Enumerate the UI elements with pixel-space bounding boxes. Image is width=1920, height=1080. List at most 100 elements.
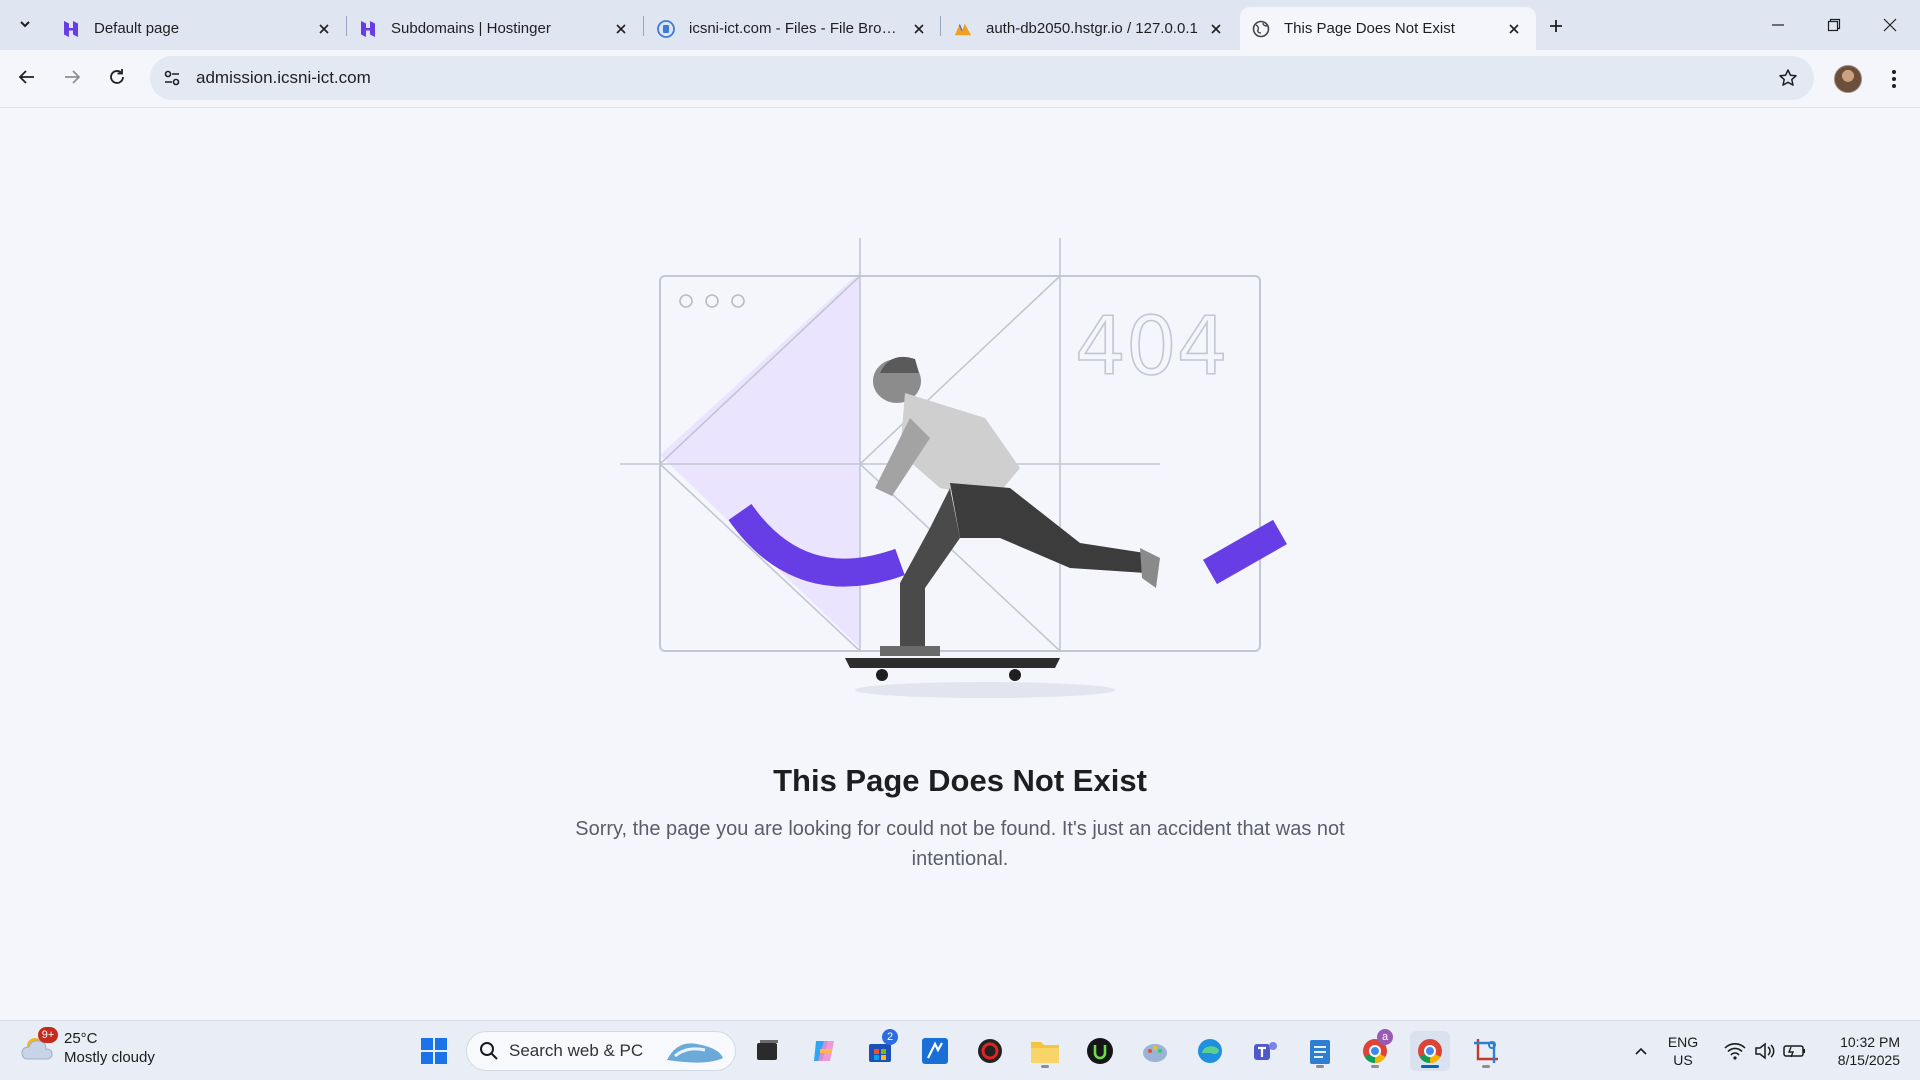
arrow-right-icon <box>65 70 81 84</box>
search-icon <box>480 1042 498 1060</box>
taskbar-search[interactable]: Search web & PC <box>466 1031 736 1071</box>
paint-icon <box>1143 1044 1167 1062</box>
clock-time: 10:32 PM <box>1840 1034 1900 1050</box>
taskbar-app-blue[interactable] <box>915 1031 955 1071</box>
window-dot <box>731 294 745 308</box>
edge-icon <box>1198 1039 1222 1063</box>
chevron-up-icon <box>1635 1047 1647 1055</box>
illustration-diamond-shape <box>660 272 860 648</box>
tab-page-not-exist[interactable]: This Page Does Not Exist <box>1240 7 1536 50</box>
chrome-icon <box>1418 1039 1442 1063</box>
region-code: US <box>1673 1052 1693 1068</box>
close-tab-icon[interactable] <box>611 19 631 39</box>
running-indicator <box>1371 1065 1379 1068</box>
window-dot <box>705 294 719 308</box>
page-content: 404 This Page Does Not Exist Sorry, the … <box>0 108 1920 1020</box>
store-badge: 2 <box>882 1029 898 1045</box>
minimize-button[interactable] <box>1750 0 1806 50</box>
wifi-status[interactable] <box>1720 1031 1750 1071</box>
taskbar-task-view[interactable] <box>748 1031 788 1071</box>
browser-menu-button[interactable] <box>1880 65 1908 93</box>
skater-figure <box>845 356 1160 698</box>
weather-widget[interactable]: 9+ 25°C Mostly cloudy <box>20 1027 155 1067</box>
wifi-icon <box>1724 1043 1746 1060</box>
taskbar-file-explorer[interactable] <box>1025 1031 1065 1071</box>
more-vertical-icon <box>1892 70 1896 88</box>
browser-toolbar: admission.icsni-ict.com <box>0 50 1920 108</box>
vs-code-like-icon <box>922 1038 948 1064</box>
clock-date: 8/15/2025 <box>1837 1052 1900 1068</box>
active-indicator <box>1421 1065 1439 1068</box>
windows-icon <box>421 1038 447 1064</box>
illustration-404-text: 404 <box>1075 300 1228 393</box>
arrow-left-icon <box>18 70 34 84</box>
plus-icon <box>1550 20 1562 32</box>
back-button[interactable] <box>9 59 45 95</box>
taskbar: 9+ 25°C Mostly cloudy Search web & PC 2 <box>0 1020 1920 1080</box>
minimize-icon <box>1772 24 1784 26</box>
tab-separator <box>940 16 941 36</box>
battery-icon <box>1783 1045 1805 1058</box>
404-illustration: 404 <box>620 238 1287 698</box>
upwork-icon <box>1087 1038 1113 1064</box>
taskbar-chrome-profile[interactable]: a <box>1355 1029 1395 1071</box>
language-indicator[interactable]: ENG US <box>1660 1033 1706 1069</box>
window-dot <box>679 294 693 308</box>
tab-phpmyadmin[interactable]: auth-db2050.hstgr.io / 127.0.0.1 <box>942 7 1238 50</box>
close-tab-icon[interactable] <box>1206 19 1226 39</box>
copilot-icon <box>814 1041 834 1061</box>
tab-title: Subdomains | Hostinger <box>391 20 551 37</box>
show-hidden-icons-button[interactable] <box>1626 1031 1656 1071</box>
phpmyadmin-icon <box>954 20 972 38</box>
chrome-profile-badge: a <box>1377 1029 1393 1045</box>
speaker-icon <box>1755 1042 1775 1060</box>
error-message: Sorry, the page you are looking for coul… <box>575 818 1345 870</box>
task-view-icon <box>757 1040 778 1060</box>
battery-status[interactable] <box>1780 1031 1810 1071</box>
url-text[interactable]: admission.icsni-ict.com <box>196 68 371 88</box>
running-indicator <box>1316 1065 1324 1068</box>
taskbar-edge[interactable] <box>1190 1031 1230 1071</box>
close-window-button[interactable] <box>1862 0 1918 50</box>
profile-avatar[interactable] <box>1834 65 1862 93</box>
tab-search-button[interactable] <box>10 9 40 39</box>
close-tab-icon[interactable] <box>314 19 334 39</box>
volume-status[interactable] <box>1750 1031 1780 1071</box>
close-tab-icon[interactable] <box>1504 19 1524 39</box>
taskbar-notepad[interactable] <box>1300 1031 1340 1071</box>
tab-file-browser[interactable]: icsni-ict.com - Files - File Browser <box>645 7 941 50</box>
reload-button[interactable] <box>99 59 135 95</box>
snipping-tool-icon <box>1474 1039 1498 1063</box>
weather-condition: Mostly cloudy <box>64 1049 155 1066</box>
weather-badge: 9+ <box>38 1027 58 1043</box>
tab-subdomains[interactable]: Subdomains | Hostinger <box>347 7 643 50</box>
hostinger-icon <box>62 20 80 38</box>
bookmark-star-icon[interactable] <box>1776 66 1800 90</box>
taskbar-store[interactable]: 2 <box>860 1029 900 1071</box>
weather-temp: 25°C <box>64 1030 98 1047</box>
taskbar-app-red[interactable] <box>970 1031 1010 1071</box>
taskbar-snipping-tool[interactable] <box>1466 1031 1506 1071</box>
language-code: ENG <box>1667 1034 1699 1050</box>
taskbar-upwork[interactable] <box>1080 1031 1120 1071</box>
restore-icon <box>1827 18 1841 32</box>
close-icon <box>1883 18 1897 32</box>
close-tab-icon[interactable] <box>909 19 929 39</box>
globe-icon <box>1252 20 1270 38</box>
taskbar-teams[interactable] <box>1245 1031 1285 1071</box>
search-placeholder: Search web & PC <box>509 1041 644 1060</box>
system-clock[interactable]: 10:32 PM 8/15/2025 <box>1810 1033 1900 1069</box>
taskbar-paint[interactable] <box>1135 1031 1175 1071</box>
site-info-icon[interactable] <box>160 66 184 90</box>
new-tab-button[interactable] <box>1542 12 1570 40</box>
start-button[interactable] <box>414 1031 454 1071</box>
hostinger-icon <box>359 20 377 38</box>
weather-cloud-icon: 9+ <box>20 1027 58 1067</box>
address-bar[interactable]: admission.icsni-ict.com <box>150 56 1814 100</box>
illustration-purple-slash <box>1203 519 1287 585</box>
tab-default-page[interactable]: Default page <box>50 7 346 50</box>
taskbar-chrome-active[interactable] <box>1410 1031 1450 1071</box>
forward-button[interactable] <box>54 59 90 95</box>
restore-button[interactable] <box>1806 0 1862 50</box>
taskbar-copilot[interactable] <box>804 1031 844 1071</box>
